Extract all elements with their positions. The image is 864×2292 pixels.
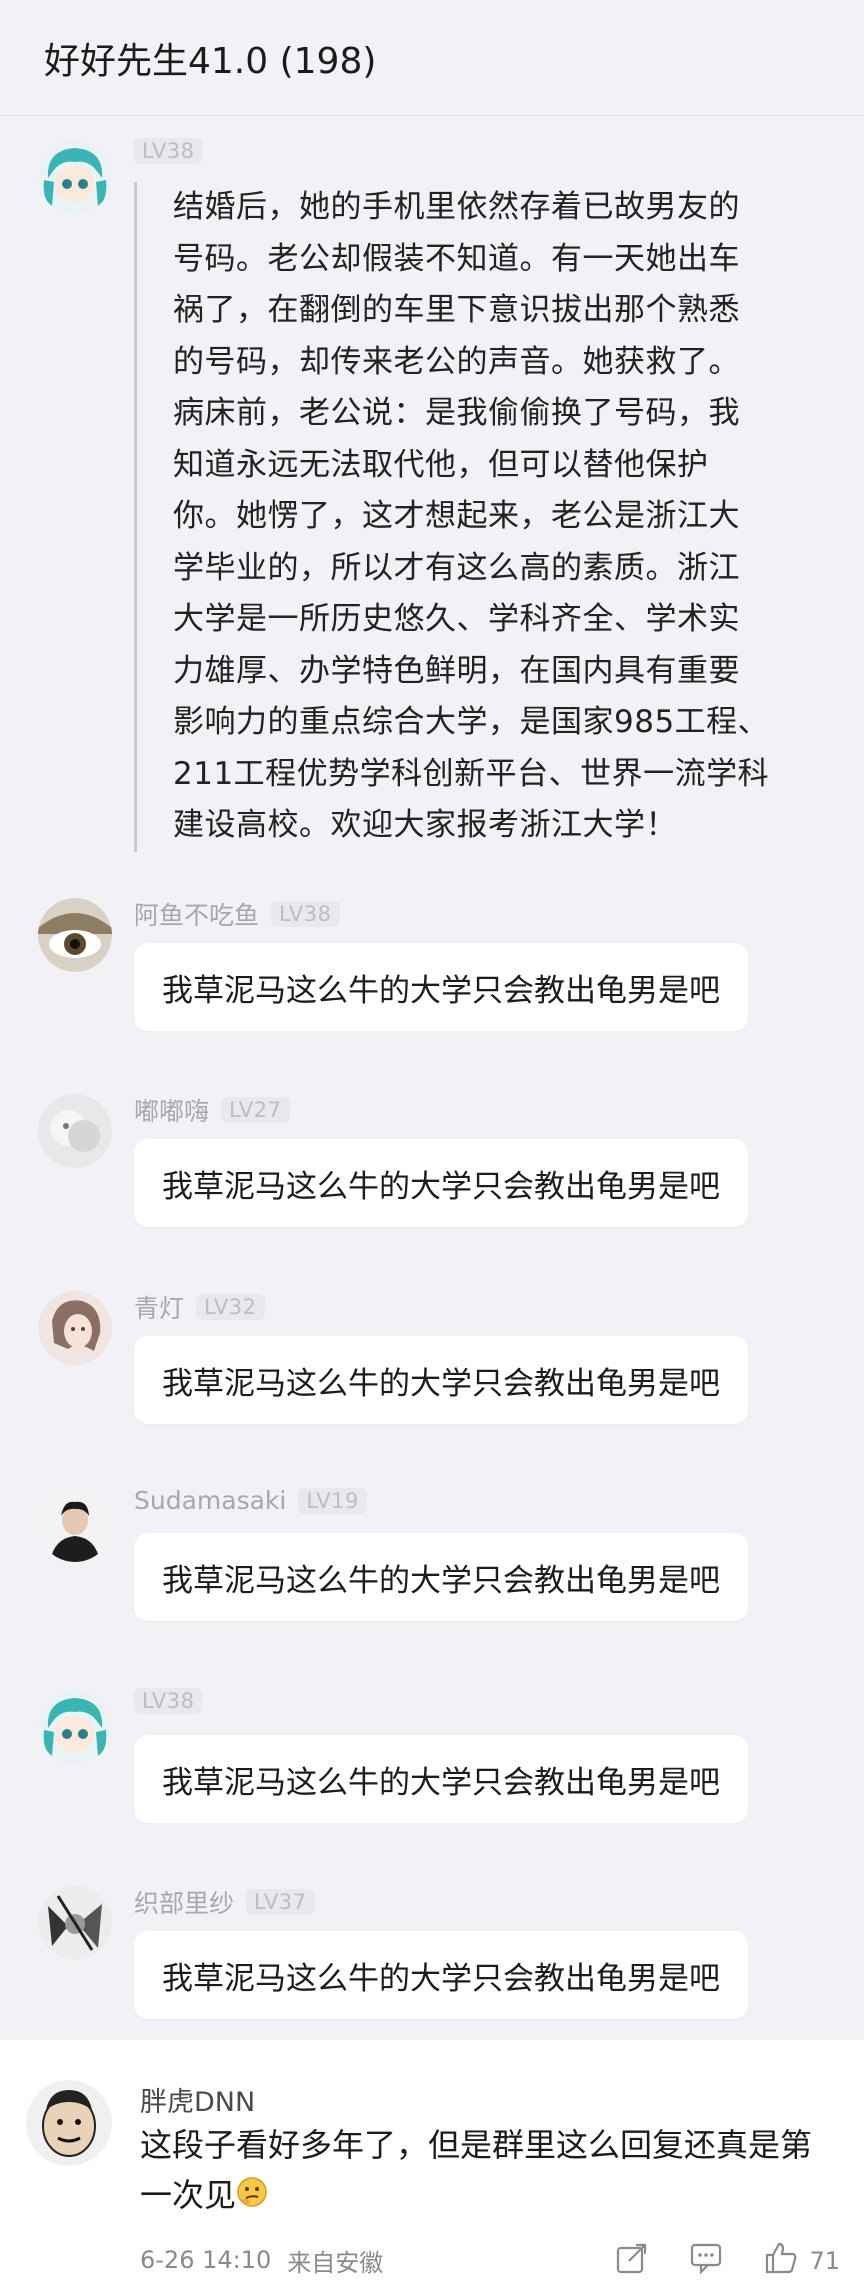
avatar[interactable]: [38, 1291, 112, 1365]
level-badge: LV37: [246, 1889, 315, 1915]
chat-message: Sudamasaki LV19 我草泥马这么牛的大学只会教出龟男是吧: [38, 1486, 838, 1628]
message-bubble[interactable]: 我草泥马这么牛的大学只会教出龟男是吧: [134, 1336, 748, 1424]
quote-line: 建设高校。欢迎大家报考浙江大学！: [173, 807, 677, 843]
chat-message: LV38 结婚后，她的手机里依然存着已故男友的 号码。老公却假装不知道。有一天她…: [38, 138, 838, 852]
avatar[interactable]: [38, 898, 112, 972]
comment-location: 来自安徽: [287, 2248, 384, 2277]
sender-name[interactable]: 青灯: [134, 1289, 184, 1325]
chat-message: 嘟嘟嗨 LV27 我草泥马这么牛的大学只会教出龟男是吧: [38, 1094, 838, 1234]
comment-date: 6-26 14:10: [140, 2246, 272, 2274]
quote-line: 的号码，却传来老公的声音。她获救了。: [173, 343, 740, 380]
avatar[interactable]: [38, 1094, 112, 1168]
quote-line: 大学是一所历史悠久、学科齐全、学术实: [173, 601, 740, 637]
comment-username[interactable]: 胖虎DNN: [140, 2080, 255, 2119]
like-count: 71: [809, 2247, 840, 2275]
chat-screenshot: 好好先生41.0 (198) LV38 结婚后，她的手机里依然存着已故男友的 号…: [0, 0, 864, 2040]
sender-name[interactable]: 嘟嘟嗨: [134, 1092, 209, 1128]
avatar[interactable]: [38, 140, 112, 214]
message-text: 我草泥马这么牛的大学只会教出龟男是吧: [162, 1365, 720, 1402]
message-meta: 嘟嘟嗨 LV27: [134, 1092, 290, 1128]
level-badge: LV38: [271, 901, 340, 927]
quote-line: 病床前，老公说：是我偷偷换了号码，我: [173, 395, 740, 431]
chat-message: 阿鱼不吃鱼 LV38 我草泥马这么牛的大学只会教出龟男是吧: [38, 898, 838, 1038]
level-badge: LV32: [196, 1294, 265, 1320]
message-bubble[interactable]: 我草泥马这么牛的大学只会教出龟男是吧: [134, 943, 748, 1031]
sender-name[interactable]: 织部里纱: [134, 1884, 234, 1920]
level-badge: LV19: [298, 1487, 367, 1514]
message-bubble[interactable]: 我草泥马这么牛的大学只会教出龟男是吧: [134, 1139, 748, 1227]
avatar[interactable]: [38, 1488, 112, 1562]
share-icon: [615, 2241, 649, 2281]
comment-actions: 71: [615, 2240, 840, 2282]
comment-button[interactable]: [689, 2241, 723, 2281]
quote-line: 力雄厚、办学特色鲜明，在国内具有重要: [173, 652, 740, 689]
message-bubble[interactable]: 我草泥马这么牛的大学只会教出龟男是吧: [134, 1533, 748, 1621]
chat-header: 好好先生41.0 (198): [0, 0, 864, 116]
quote-line: 知道永远无法取代他，但可以替他保护: [173, 446, 709, 483]
quote-line: 号码。老公却假装不知道。有一天她出车: [173, 240, 740, 277]
message-meta: LV38: [134, 138, 203, 164]
quote-line: 学毕业的，所以才有这么高的素质。浙江: [173, 549, 740, 586]
comment-icon: [689, 2241, 723, 2281]
message-meta: 织部里纱 LV37: [134, 1884, 315, 1920]
quote-line: 祸了，在翻倒的车里下意识拔出那个熟悉: [173, 292, 740, 328]
thumbs-up-icon: [763, 2240, 799, 2282]
message-text: 我草泥马这么牛的大学只会教出龟男是吧: [162, 1764, 720, 1801]
chat-message: 青灯 LV32 我草泥马这么牛的大学只会教出龟男是吧: [38, 1291, 838, 1431]
chat-title: 好好先生41.0 (198): [44, 40, 377, 82]
message-meta: 阿鱼不吃鱼 LV38: [134, 896, 340, 932]
chat-message: 织部里纱 LV37 我草泥马这么牛的大学只会教出龟男是吧: [38, 1886, 838, 2026]
quoted-message: 结婚后，她的手机里依然存着已故男友的 号码。老公却假装不知道。有一天她出车 祸了…: [134, 182, 860, 852]
message-text: 我草泥马这么牛的大学只会教出龟男是吧: [162, 1168, 720, 1205]
comment-footer: 6-26 14:10 来自安徽 71: [140, 2240, 840, 2280]
avatar[interactable]: [26, 2080, 112, 2166]
message-text: 我草泥马这么牛的大学只会教出龟男是吧: [162, 1562, 720, 1599]
sender-name[interactable]: 阿鱼不吃鱼: [134, 896, 259, 932]
chat-message: LV38 我草泥马这么牛的大学只会教出龟男是吧: [38, 1688, 838, 1830]
quote-line: 结婚后，她的手机里依然存着已故男友的: [173, 189, 740, 225]
message-meta: Sudamasaki LV19: [134, 1486, 367, 1515]
quote-line: 影响力的重点综合大学，是国家985工程、: [173, 704, 770, 740]
message-bubble[interactable]: 我草泥马这么牛的大学只会教出龟男是吧: [134, 1931, 748, 2019]
avatar[interactable]: [38, 1690, 112, 1764]
comment-item: 胖虎DNN 这段子看好多年了，但是群里这么回复还真是第一次见 6-26 14:1…: [0, 2040, 864, 2292]
avatar[interactable]: [38, 1886, 112, 1960]
sender-name[interactable]: Sudamasaki: [134, 1486, 286, 1515]
level-badge: LV38: [134, 1688, 203, 1714]
message-bubble[interactable]: 我草泥马这么牛的大学只会教出龟男是吧: [134, 1735, 748, 1823]
level-badge: LV27: [221, 1097, 290, 1123]
comment-text: 这段子看好多年了，但是群里这么回复还真是第一次见: [140, 2120, 840, 2222]
message-text: 我草泥马这么牛的大学只会教出龟男是吧: [162, 972, 720, 1009]
message-meta: LV38: [134, 1688, 203, 1714]
level-badge: LV38: [134, 138, 203, 164]
share-button[interactable]: [615, 2241, 649, 2281]
message-text: 我草泥马这么牛的大学只会教出龟男是吧: [162, 1960, 720, 1997]
quote-line: 211工程优势学科创新平台、世界一流学科: [173, 755, 770, 792]
message-meta: 青灯 LV32: [134, 1289, 265, 1325]
thinking-face-icon: [236, 2172, 268, 2222]
quote-line: 你。她愣了，这才想起来，老公是浙江大: [173, 498, 740, 534]
like-button[interactable]: 71: [763, 2240, 840, 2282]
